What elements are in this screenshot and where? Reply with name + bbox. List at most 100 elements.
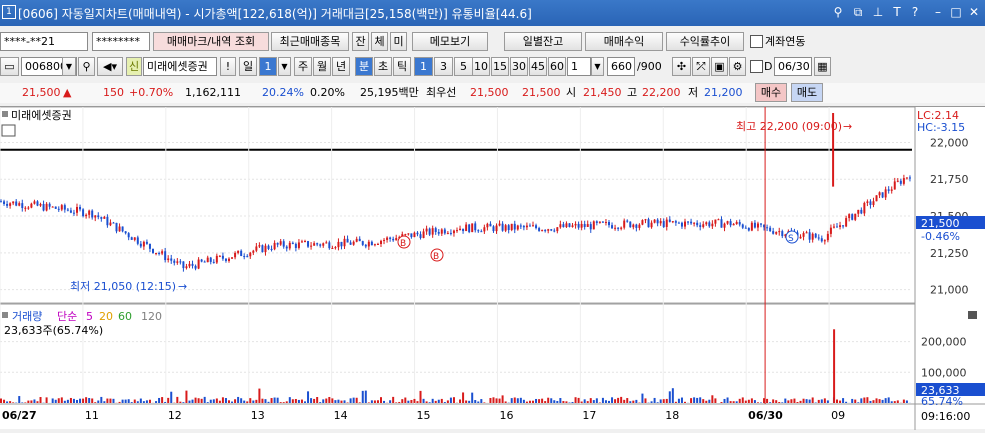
volume-bar [483, 402, 485, 403]
volume-bar [611, 397, 613, 403]
tab-che[interactable]: 체 [371, 32, 388, 51]
interval-input[interactable]: 1 [567, 57, 591, 76]
period-ju[interactable]: 주 [294, 57, 312, 76]
grid-toggle-icon[interactable] [2, 125, 15, 136]
candle-body [590, 224, 592, 229]
hc-label: HC:-3.15 [917, 121, 965, 134]
interval-15[interactable]: 15 [491, 57, 509, 76]
daily-balance-button[interactable]: 일별잔고 [504, 32, 582, 51]
candle-body [298, 242, 300, 248]
candle-body [301, 241, 303, 242]
candle-body [720, 219, 722, 227]
copy-icon[interactable]: ⧉ [850, 4, 866, 20]
candle-body [705, 222, 707, 224]
candle-body [277, 243, 279, 245]
close-icon[interactable]: ✕ [966, 4, 982, 20]
trade-mark-button[interactable]: 매매마크/내역 조회 [153, 32, 269, 51]
candle-body [821, 238, 823, 241]
chart-tools-icon[interactable]: ✣ [672, 57, 691, 76]
save-icon[interactable]: ▣ [711, 57, 728, 76]
candle-body [383, 240, 385, 241]
interval-10[interactable]: 10 [472, 57, 490, 76]
volume-bar [319, 402, 321, 403]
period-dropdown-icon[interactable]: ▼ [278, 57, 291, 76]
gear-icon[interactable]: ⚙ [729, 57, 746, 76]
account-field[interactable]: ****-**21 [0, 32, 88, 51]
period-num[interactable]: 1 [259, 57, 277, 76]
alert-button[interactable]: ! [220, 57, 236, 76]
volume-bar [690, 398, 692, 403]
panel-collapse-icon[interactable] [968, 311, 977, 319]
memo-button[interactable]: 메모보기 [412, 32, 488, 51]
interval-30[interactable]: 30 [510, 57, 528, 76]
volume-bar [301, 400, 303, 403]
date-field[interactable]: 06/30 [774, 57, 812, 76]
volume-bar [353, 398, 355, 403]
help-icon[interactable]: ? [907, 4, 923, 20]
interval-60[interactable]: 60 [548, 57, 566, 76]
volume-bar [112, 399, 114, 403]
interval-1[interactable]: 1 [414, 57, 433, 76]
period-wol[interactable]: 월 [313, 57, 331, 76]
chart-svg[interactable]: 22,00021,75021,50021,25021,000200,000100… [0, 107, 985, 430]
volume-bar [3, 400, 5, 403]
tab-mi[interactable]: 미 [390, 32, 407, 51]
trade-profit-button[interactable]: 매매수익 [585, 32, 663, 51]
price-tick-label: 21,250 [930, 247, 969, 260]
candle-body [100, 217, 102, 219]
volume-bar [340, 401, 342, 403]
speaker-icon[interactable]: ◀▾ [97, 57, 123, 76]
candle-body [882, 192, 884, 197]
minimize-icon[interactable]: – [930, 4, 946, 20]
candle-body [280, 241, 282, 244]
candle-body [669, 220, 671, 222]
period-tik[interactable]: 틱 [393, 57, 411, 76]
candle-body [660, 221, 662, 223]
volume-bar [125, 400, 127, 403]
password-field[interactable]: ******** [92, 32, 150, 51]
count-total: /900 [637, 57, 662, 76]
candle-body [137, 237, 139, 243]
tab-jan[interactable]: 잔 [352, 32, 369, 51]
interval-3[interactable]: 3 [434, 57, 453, 76]
recent-trades-button[interactable]: 최근매매종목 [271, 32, 349, 51]
link-icon[interactable]: ⚲ [830, 4, 846, 20]
candle-body [128, 233, 130, 237]
maximize-icon[interactable]: □ [948, 4, 964, 20]
volume-bar [745, 401, 747, 403]
code-dropdown-icon[interactable]: ▼ [62, 57, 76, 76]
buy-button[interactable]: 매수 [755, 83, 787, 102]
interval-dropdown-icon[interactable]: ▼ [591, 57, 604, 76]
sell-button[interactable]: 매도 [791, 83, 823, 102]
interval-45[interactable]: 45 [529, 57, 547, 76]
candle-body [88, 211, 90, 215]
volume-bar [578, 398, 580, 403]
count-field[interactable]: 660 [607, 57, 635, 76]
account-link-checkbox[interactable] [750, 35, 763, 48]
candle-body [380, 241, 382, 244]
volume-bar [699, 397, 701, 403]
return-trend-button[interactable]: 수익률추이 [666, 32, 744, 51]
volume-bar [268, 402, 270, 403]
pin-icon[interactable]: ⊥ [870, 4, 886, 20]
volume-bar [432, 399, 434, 403]
font-icon[interactable]: T [889, 4, 905, 20]
period-cho[interactable]: 초 [374, 57, 392, 76]
calendar-icon[interactable]: ▦ [814, 57, 831, 76]
volume-bar [128, 399, 130, 403]
period-bun[interactable]: 분 [355, 57, 373, 76]
chart-line-icon[interactable]: ⤱ [692, 57, 710, 76]
bid: 21,500 [522, 83, 561, 103]
candle-body [371, 242, 373, 245]
layout-icon[interactable]: ▭ [0, 57, 19, 76]
volume-bar [219, 401, 221, 403]
period-il[interactable]: 일 [239, 57, 257, 76]
date-checkbox[interactable] [750, 60, 763, 73]
search-icon[interactable]: ⚲ [78, 57, 95, 76]
chart-area[interactable]: 22,00021,75021,50021,25021,000200,000100… [0, 106, 985, 429]
period-nyeon[interactable]: 년 [332, 57, 350, 76]
interval-5[interactable]: 5 [454, 57, 473, 76]
volume-bar [109, 399, 111, 403]
high-annotation: 최고 22,200 (09:00) [736, 120, 842, 133]
candle-body [480, 231, 482, 232]
